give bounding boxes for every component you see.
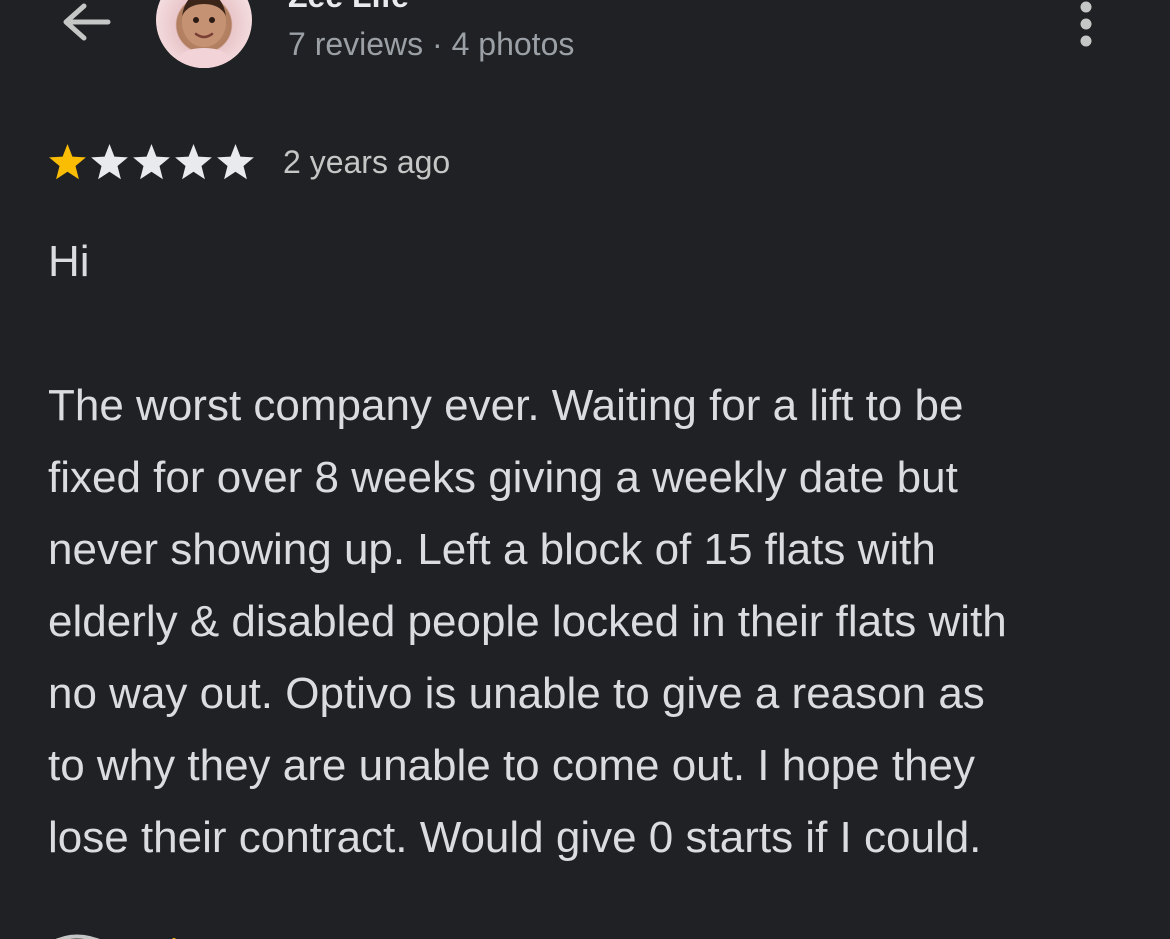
star-empty-icon — [175, 144, 212, 180]
more-options-button[interactable] — [1066, 0, 1106, 48]
star-filled-icon — [49, 144, 86, 180]
review-body: Hi The worst company ever. Waiting for a… — [48, 237, 1007, 862]
back-button[interactable] — [56, 0, 114, 48]
review-rating-row: 2 years ago — [47, 140, 450, 184]
star-empty-icon — [217, 144, 254, 180]
star-empty-icon — [91, 144, 128, 180]
star-empty-icon — [133, 144, 170, 180]
star-rating — [47, 142, 257, 182]
avatar[interactable] — [156, 0, 252, 68]
more-vert-icon — [1080, 1, 1092, 47]
thumbs-up-icon — [55, 934, 176, 939]
profile-photo — [174, 0, 234, 68]
reviewer-stats: 7 reviews · 4 photos — [288, 26, 575, 62]
review-header: Zee Life 7 reviews · 4 photos — [0, 0, 1170, 90]
arrow-back-icon — [63, 3, 111, 41]
review-actions-row — [48, 930, 248, 939]
reviewer-name[interactable]: Zee Life — [288, 0, 409, 15]
review-date: 2 years ago — [283, 143, 451, 180]
